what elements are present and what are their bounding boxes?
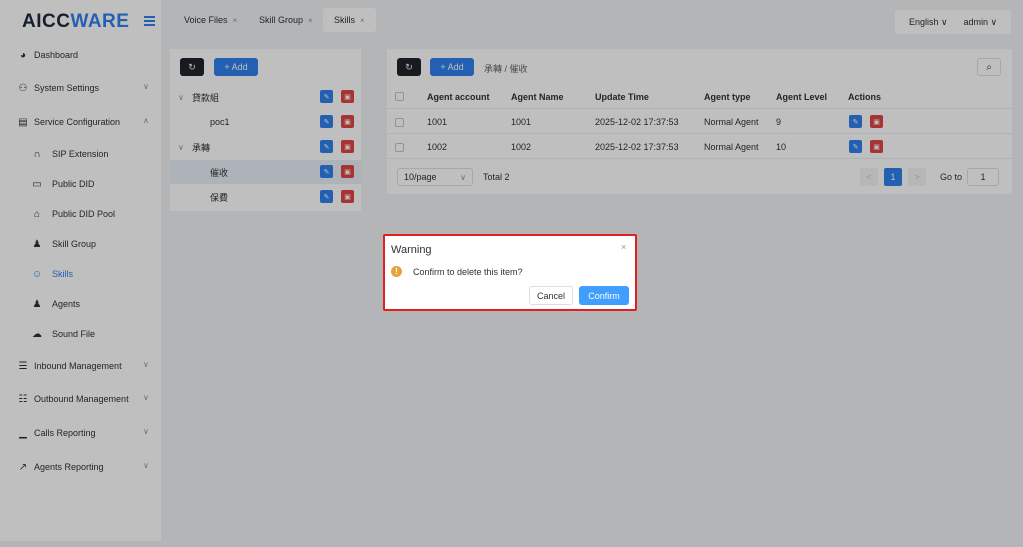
close-icon[interactable]: × [621,242,626,252]
cancel-button[interactable]: Cancel [529,286,573,305]
warning-dialog: Warning × ! Confirm to delete this item?… [383,234,637,311]
dialog-title: Warning [391,244,432,256]
dialog-message: Confirm to delete this item? [413,267,523,277]
confirm-button[interactable]: Confirm [579,286,629,305]
warning-icon: ! [391,266,402,277]
